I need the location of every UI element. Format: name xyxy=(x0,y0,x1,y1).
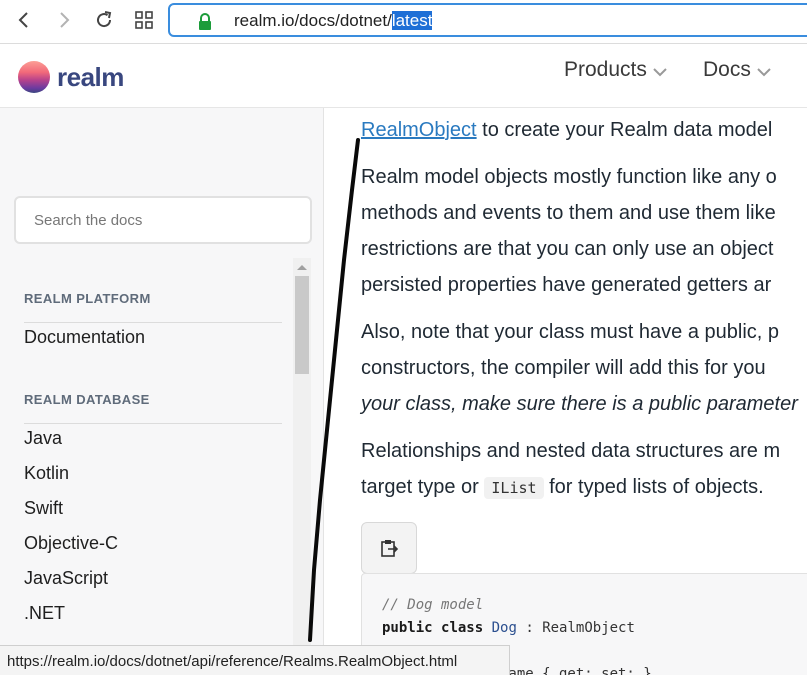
scroll-up-arrow-icon[interactable] xyxy=(296,262,308,272)
search-input[interactable] xyxy=(16,198,310,242)
inline-code-ilist: IList xyxy=(484,477,544,499)
url-selected-text: latest xyxy=(391,11,433,30)
code-comment-line: // Dog model xyxy=(382,597,483,613)
reload-icon xyxy=(97,11,112,28)
code-separator: : xyxy=(516,620,543,636)
forward-arrow-icon xyxy=(60,12,70,28)
menu-products[interactable]: Products xyxy=(564,58,667,82)
browser-toolbar: realm.io/docs/dotnet/latest xyxy=(0,0,807,44)
sidebar-item-javascript[interactable]: JavaScript xyxy=(24,568,108,589)
reload-button[interactable] xyxy=(90,8,118,32)
docs-sidebar: REALM PLATFORM Documentation REALM DATAB… xyxy=(0,108,324,675)
code-keyword: public xyxy=(382,620,433,636)
italic-note: your class, make sure there is a public … xyxy=(361,393,798,415)
chevron-down-icon xyxy=(757,67,771,76)
clipboard-icon xyxy=(381,540,399,557)
paragraph-line: Realm model objects mostly function like… xyxy=(361,166,777,188)
paragraph-line: Relationships and nested data structures… xyxy=(361,440,781,462)
code-base-class: RealmObject xyxy=(542,620,635,636)
menu-docs-label: Docs xyxy=(703,58,751,81)
paragraph-line: methods and events to them and use them … xyxy=(361,202,776,224)
section-title-realm-database: REALM DATABASE xyxy=(24,392,150,407)
url-text[interactable]: realm.io/docs/dotnet/latest xyxy=(234,11,433,31)
back-arrow-icon xyxy=(18,12,28,28)
realm-logo[interactable]: realm xyxy=(18,61,124,93)
section-title-realm-platform: REALM PLATFORM xyxy=(24,291,151,306)
main-content: RealmObject to create your Realm data mo… xyxy=(325,108,807,675)
paragraph-line: constructors, the compiler will add this… xyxy=(361,357,766,379)
link-status-bar: https://realm.io/docs/dotnet/api/referen… xyxy=(0,645,510,675)
forward-button[interactable] xyxy=(50,8,78,32)
sidebar-item-documentation[interactable]: Documentation xyxy=(24,327,145,348)
sidebar-item-swift[interactable]: Swift xyxy=(24,498,63,519)
chevron-down-icon xyxy=(653,67,667,76)
status-url: https://realm.io/docs/dotnet/api/referen… xyxy=(7,653,458,670)
scrollbar-thumb[interactable] xyxy=(295,276,309,374)
site-header: realm Products Docs xyxy=(0,44,807,108)
realm-logo-mark-icon xyxy=(18,61,50,93)
code-class-name: Dog xyxy=(491,620,517,636)
back-button[interactable] xyxy=(10,8,38,32)
sidebar-item-java[interactable]: Java xyxy=(24,428,62,449)
code-keyword: class xyxy=(441,620,484,636)
paragraph-line: restrictions are that you can only use a… xyxy=(361,238,774,260)
menu-products-label: Products xyxy=(564,58,647,81)
copy-code-button[interactable] xyxy=(361,522,417,574)
sidebar-item-objective-c[interactable]: Objective-C xyxy=(24,533,118,554)
paragraph-line: persisted properties have generated gett… xyxy=(361,274,772,296)
search-box[interactable] xyxy=(14,196,312,244)
text-fragment: target type or xyxy=(361,476,485,498)
address-bar[interactable]: realm.io/docs/dotnet/latest xyxy=(168,3,807,37)
sidebar-item-dotnet[interactable]: .NET xyxy=(24,603,65,624)
logo-text: realm xyxy=(57,61,124,92)
code-class-line: public class Dog : RealmObject xyxy=(382,620,635,636)
code-comment: // Dog model xyxy=(382,597,484,613)
text-fragment: for typed lists of objects. xyxy=(543,476,764,498)
intro-text: to create your Realm data model xyxy=(476,119,773,141)
apps-grid-icon xyxy=(135,11,153,29)
section-divider xyxy=(24,322,282,323)
sidebar-item-kotlin[interactable]: Kotlin xyxy=(24,463,69,484)
sidebar-scrollbar[interactable] xyxy=(293,258,311,675)
url-prefix: realm.io/docs/dotnet/ xyxy=(234,11,392,30)
section-divider xyxy=(24,423,282,424)
content-line-intro: RealmObject to create your Realm data mo… xyxy=(361,119,772,142)
paragraph-line: Also, note that your class must have a p… xyxy=(361,321,779,343)
paragraph-line: target type or IList for typed lists of … xyxy=(361,476,764,499)
paragraph-line-italic: your class, make sure there is a public … xyxy=(361,393,798,416)
menu-docs[interactable]: Docs xyxy=(703,58,771,82)
realmobject-link[interactable]: RealmObject xyxy=(361,119,477,141)
lock-icon xyxy=(199,13,211,30)
apps-button[interactable] xyxy=(130,8,158,32)
